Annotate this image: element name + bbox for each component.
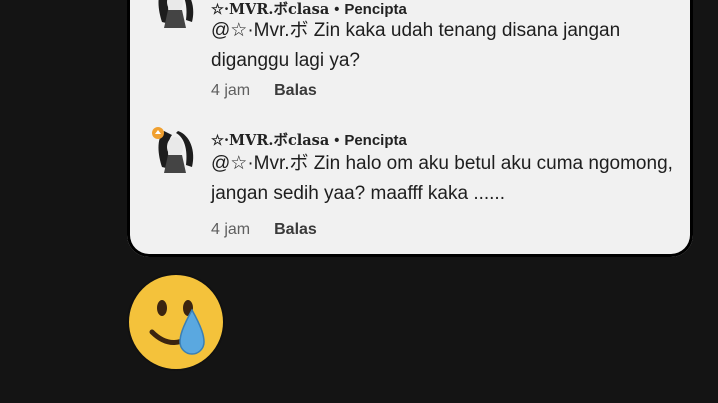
comment-text: @☆·Mvr.ボ Zin kaka udah tenang disana jan… [211,20,621,71]
timestamp: 4 jam [211,82,251,99]
comment-card: ☆·MVR.ボclasa • Pencipta @☆·Mvr.ボ Zin kaka … [127,0,693,257]
comment-meta: 4 jam Balas [211,221,317,239]
reply-button[interactable]: Balas [274,221,317,238]
comment-meta: 4 jam Balas [211,82,317,100]
author-name[interactable]: ☆·MVR.ボclasa [211,132,329,149]
reply-button[interactable]: Balas [274,82,317,99]
avatar[interactable] [150,0,200,30]
comment-text: @☆·Mvr.ボ Zin halo om aku betul aku cuma … [211,153,673,204]
comment-header: ☆·MVR.ボclasa • Pencipta [211,132,407,149]
timestamp: 4 jam [211,221,251,238]
smiling-face-with-tear-icon[interactable] [124,270,228,374]
avatar[interactable] [150,125,200,175]
creator-badge: Pencipta [344,132,407,149]
